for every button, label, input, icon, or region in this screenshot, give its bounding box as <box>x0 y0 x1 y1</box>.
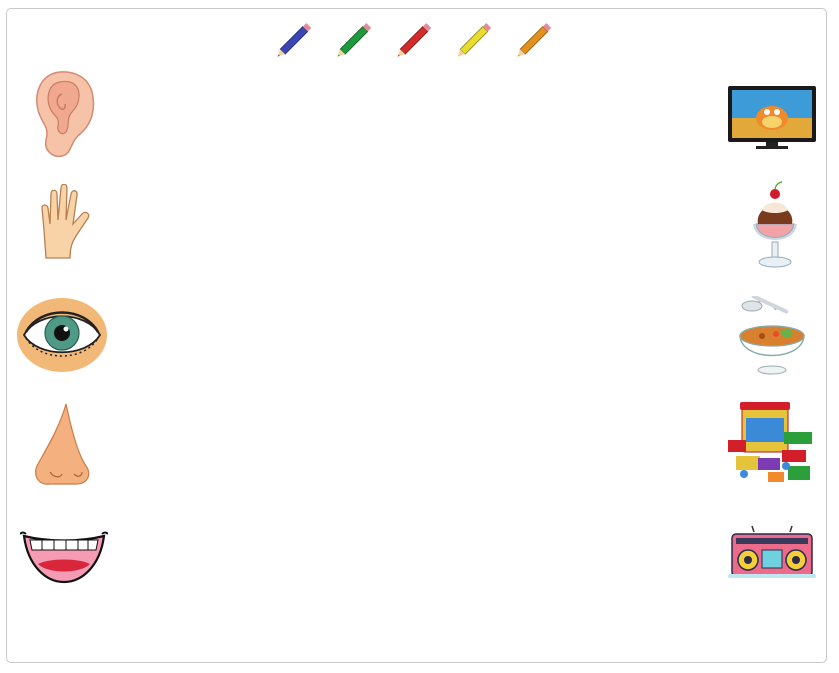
sense-ear[interactable] <box>30 68 100 160</box>
sense-eye[interactable] <box>16 296 108 374</box>
green-pencil-button[interactable] <box>330 14 380 66</box>
television-icon <box>728 86 816 149</box>
radio-icon <box>728 525 816 578</box>
object-television[interactable] <box>726 84 818 150</box>
mouth-icon <box>20 531 108 584</box>
toy-blocks-icon <box>728 402 812 482</box>
red-pencil-button[interactable] <box>390 14 440 66</box>
object-ice-cream[interactable] <box>748 180 802 270</box>
object-soup[interactable] <box>736 296 808 378</box>
red-pencil-icon <box>397 23 432 57</box>
ear-icon <box>36 71 95 158</box>
blue-pencil-icon <box>277 23 312 57</box>
sense-hand[interactable] <box>36 184 96 262</box>
matching-board[interactable] <box>6 8 827 663</box>
object-radio[interactable] <box>726 524 818 582</box>
soup-icon <box>739 296 805 375</box>
orange-pencil-icon <box>517 23 552 57</box>
hand-icon <box>41 184 90 259</box>
green-pencil-icon <box>337 23 372 57</box>
pencil-toolbar <box>270 14 570 66</box>
sense-nose[interactable] <box>32 402 92 488</box>
yellow-pencil-button[interactable] <box>450 14 500 66</box>
yellow-pencil-icon <box>457 23 492 57</box>
ice-cream-icon <box>753 181 797 268</box>
orange-pencil-button[interactable] <box>510 14 560 66</box>
sense-mouth[interactable] <box>20 528 108 588</box>
blue-pencil-button[interactable] <box>270 14 320 66</box>
eye-icon <box>17 298 107 372</box>
nose-icon <box>35 403 90 485</box>
object-toy-blocks[interactable] <box>728 400 818 490</box>
